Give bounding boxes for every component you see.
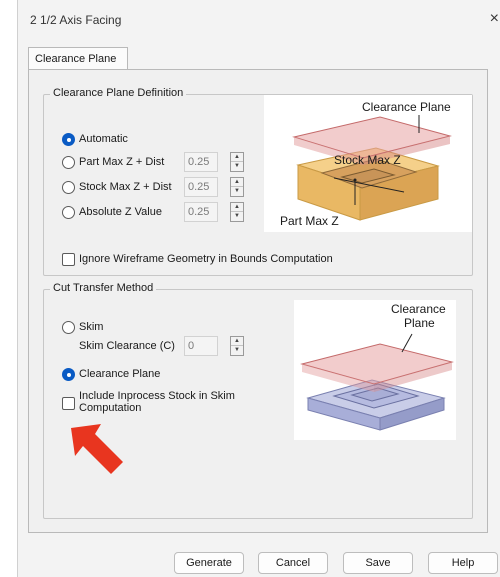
- part-max-z-spinner[interactable]: ▲ ▼: [230, 152, 244, 172]
- skim-radio[interactable]: [62, 321, 75, 334]
- spinner-up-icon[interactable]: ▲: [231, 337, 243, 346]
- spinner-up-icon[interactable]: ▲: [231, 203, 243, 212]
- cut-transfer-diagram: Clearance Plane: [294, 300, 456, 440]
- save-button[interactable]: Save: [343, 552, 413, 574]
- include-inprocess-label-line1: Include Inprocess Stock in Skim: [79, 390, 235, 402]
- clearance-plane-radio[interactable]: [62, 368, 75, 381]
- spinner-down-icon[interactable]: ▼: [231, 162, 243, 171]
- part-max-z-radio[interactable]: [62, 156, 75, 169]
- dialog-window: 2 1/2 Axis Facing × Clearance Plane Clea…: [17, 0, 500, 577]
- generate-button[interactable]: Generate: [174, 552, 244, 574]
- stock-max-z-label: Stock Max Z + Dist: [79, 181, 172, 193]
- clearance-plane-definition-label: Clearance Plane Definition: [50, 87, 187, 99]
- spinner-down-icon[interactable]: ▼: [231, 187, 243, 196]
- skim-label: Skim: [79, 321, 104, 333]
- stock-max-z-spinner[interactable]: ▲ ▼: [230, 177, 244, 197]
- ignore-wireframe-label: Ignore Wireframe Geometry in Bounds Comp…: [79, 253, 333, 265]
- stock-max-z-radio[interactable]: [62, 181, 75, 194]
- include-inprocess-checkbox[interactable]: [62, 397, 75, 410]
- tab-panel: Clearance Plane Definition Automatic Par…: [28, 69, 488, 533]
- image-label-stock-max-z: Stock Max Z: [334, 153, 401, 167]
- spinner-down-icon[interactable]: ▼: [231, 212, 243, 221]
- close-icon[interactable]: ×: [490, 10, 499, 28]
- cancel-button[interactable]: Cancel: [258, 552, 328, 574]
- absolute-z-radio[interactable]: [62, 206, 75, 219]
- help-button[interactable]: Help: [428, 552, 498, 574]
- clearance-plane-option-label: Clearance Plane: [79, 368, 161, 380]
- spinner-up-icon[interactable]: ▲: [231, 178, 243, 187]
- image-label-clearance-plane: Clearance Plane: [362, 100, 451, 114]
- cut-transfer-method-label: Cut Transfer Method: [50, 282, 157, 294]
- include-inprocess-label-line2: Computation: [79, 402, 142, 414]
- red-arrow-icon: [71, 424, 123, 474]
- image-label-plane: Plane: [404, 316, 435, 330]
- absolute-z-spinner[interactable]: ▲ ▼: [230, 202, 244, 222]
- title-bar: 2 1/2 Axis Facing ×: [18, 0, 500, 40]
- skim-clearance-label: Skim Clearance (C): [79, 340, 175, 352]
- part-max-z-input[interactable]: 0.25: [184, 152, 218, 172]
- spinner-down-icon[interactable]: ▼: [231, 346, 243, 355]
- skim-clearance-spinner[interactable]: ▲ ▼: [230, 336, 244, 356]
- automatic-label: Automatic: [79, 133, 128, 145]
- absolute-z-label: Absolute Z Value: [79, 206, 162, 218]
- part-max-z-label: Part Max Z + Dist: [79, 156, 165, 168]
- stock-max-z-input[interactable]: 0.25: [184, 177, 218, 197]
- absolute-z-input[interactable]: 0.25: [184, 202, 218, 222]
- spinner-up-icon[interactable]: ▲: [231, 153, 243, 162]
- window-title: 2 1/2 Axis Facing: [30, 13, 122, 27]
- clearance-plane-diagram: Clearance Plane Stock Max Z Part Max Z: [264, 95, 472, 232]
- image-label-part-max-z: Part Max Z: [280, 214, 339, 228]
- tab-clearance-plane[interactable]: Clearance Plane: [28, 47, 128, 70]
- automatic-radio[interactable]: [62, 133, 75, 146]
- image-label-clearance: Clearance: [391, 302, 446, 316]
- ignore-wireframe-checkbox[interactable]: [62, 253, 75, 266]
- skim-clearance-input[interactable]: 0: [184, 336, 218, 356]
